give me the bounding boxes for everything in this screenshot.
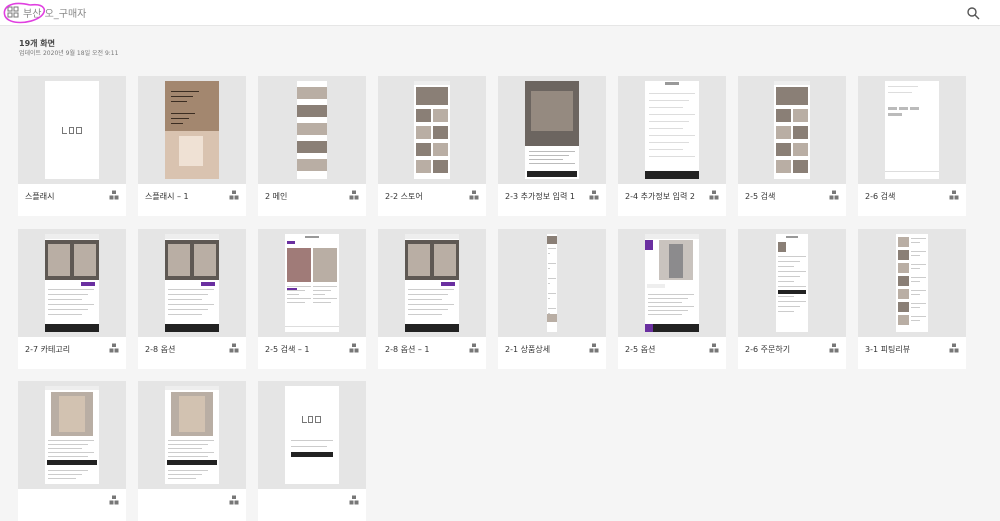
screen-card[interactable]: 2-1 상품상세: [498, 229, 606, 369]
screen-thumbnail[interactable]: [258, 229, 366, 337]
share-icon[interactable]: [709, 190, 719, 200]
screen-card[interactable]: 2-7 카테고리: [18, 229, 126, 369]
screen-card[interactable]: [18, 381, 126, 521]
screen-card[interactable]: [138, 381, 246, 521]
screen-card[interactable]: [258, 381, 366, 521]
screen-card[interactable]: 3-1 피팅리뷰: [858, 229, 966, 369]
screen-thumbnail[interactable]: [738, 229, 846, 337]
screen-preview: [547, 234, 557, 332]
share-icon[interactable]: [349, 190, 359, 200]
share-icon[interactable]: [949, 190, 959, 200]
screen-card[interactable]: 2-5 검색 – 1: [258, 229, 366, 369]
screen-preview: [414, 81, 450, 179]
screen-label[interactable]: 스플래시: [25, 191, 54, 202]
screen-preview: [165, 386, 219, 484]
screen-thumbnail[interactable]: [18, 76, 126, 184]
share-icon[interactable]: [109, 190, 119, 200]
screen-preview: [776, 234, 808, 332]
screen-label[interactable]: 3-1 피팅리뷰: [865, 344, 910, 355]
screen-label[interactable]: 2-5 검색: [745, 191, 775, 202]
screen-preview: [285, 234, 339, 332]
screen-thumbnail[interactable]: [738, 76, 846, 184]
screen-label[interactable]: 2 메인: [265, 191, 287, 202]
screen-label[interactable]: 스플래시 – 1: [145, 191, 189, 202]
share-icon[interactable]: [229, 190, 239, 200]
search-icon[interactable]: [966, 6, 980, 20]
screen-preview: [285, 386, 339, 484]
screen-label[interactable]: 2-8 옵션 – 1: [385, 344, 430, 355]
screen-preview: [297, 81, 327, 179]
screen-label[interactable]: 2-3 추가정보 입력 1: [505, 191, 575, 202]
share-icon[interactable]: [949, 343, 959, 353]
screen-label[interactable]: 2-5 옵션: [625, 344, 655, 355]
screen-thumbnail[interactable]: [258, 381, 366, 489]
screen-card[interactable]: 스플래시 – 1: [138, 76, 246, 216]
screen-label[interactable]: 2-6 검색: [865, 191, 895, 202]
screen-preview: [645, 81, 699, 179]
screen-card[interactable]: 2-6 검색: [858, 76, 966, 216]
updated-date: 업데이트 2020년 9월 18일 오전 9:11: [19, 50, 119, 57]
screen-thumbnail[interactable]: [498, 229, 606, 337]
screen-label[interactable]: 2-4 추가정보 입력 2: [625, 191, 695, 202]
screen-card[interactable]: 2-8 옵션 – 1: [378, 229, 486, 369]
screen-preview: [405, 234, 459, 332]
screen-thumbnail[interactable]: [378, 76, 486, 184]
screen-card[interactable]: 2-4 추가정보 입력 2: [618, 76, 726, 216]
screen-thumbnail[interactable]: [18, 381, 126, 489]
screen-thumbnail[interactable]: [138, 381, 246, 489]
screen-card[interactable]: 2-5 옵션: [618, 229, 726, 369]
screen-card[interactable]: 스플래시: [18, 76, 126, 216]
screen-thumbnail[interactable]: [138, 229, 246, 337]
screen-label[interactable]: 2-2 스토어: [385, 191, 423, 202]
top-bar: 부산 오_구매자: [0, 0, 1000, 26]
screen-card[interactable]: 2 메인: [258, 76, 366, 216]
screen-preview: [45, 81, 99, 179]
screen-thumbnail[interactable]: [498, 76, 606, 184]
share-icon[interactable]: [109, 343, 119, 353]
annotation-scribble: [3, 2, 46, 24]
screen-preview: [45, 234, 99, 332]
screen-label[interactable]: 2-8 옵션: [145, 344, 175, 355]
screen-thumbnail[interactable]: [18, 229, 126, 337]
screen-card[interactable]: 2-8 옵션: [138, 229, 246, 369]
share-icon[interactable]: [709, 343, 719, 353]
share-icon[interactable]: [349, 343, 359, 353]
screen-card[interactable]: 2-6 주문하기: [738, 229, 846, 369]
screen-thumbnail[interactable]: [858, 229, 966, 337]
share-icon[interactable]: [469, 190, 479, 200]
screen-label[interactable]: 2-7 카테고리: [25, 344, 70, 355]
screen-thumbnail[interactable]: [618, 229, 726, 337]
screen-preview: [165, 81, 219, 179]
share-icon[interactable]: [589, 190, 599, 200]
screen-label[interactable]: 2-1 상품상세: [505, 344, 550, 355]
share-icon[interactable]: [829, 190, 839, 200]
screen-preview: [645, 234, 699, 332]
screen-thumbnail[interactable]: [618, 76, 726, 184]
screen-preview: [525, 81, 579, 179]
screen-card[interactable]: 2-5 검색: [738, 76, 846, 216]
share-icon[interactable]: [589, 343, 599, 353]
screen-preview: [774, 81, 810, 179]
screen-thumbnail[interactable]: [378, 229, 486, 337]
screen-thumbnail[interactable]: [138, 76, 246, 184]
screen-preview: [885, 81, 939, 179]
screen-preview: [896, 234, 928, 332]
share-icon[interactable]: [229, 343, 239, 353]
screen-label[interactable]: 2-5 검색 – 1: [265, 344, 310, 355]
screen-thumbnail[interactable]: [258, 76, 366, 184]
screen-card[interactable]: 2-2 스토어: [378, 76, 486, 216]
share-icon[interactable]: [829, 343, 839, 353]
screen-preview: [45, 386, 99, 484]
screen-card[interactable]: 2-3 추가정보 입력 1: [498, 76, 606, 216]
screen-preview: [165, 234, 219, 332]
screen-label[interactable]: 2-6 주문하기: [745, 344, 790, 355]
share-icon[interactable]: [469, 343, 479, 353]
screen-thumbnail[interactable]: [858, 76, 966, 184]
